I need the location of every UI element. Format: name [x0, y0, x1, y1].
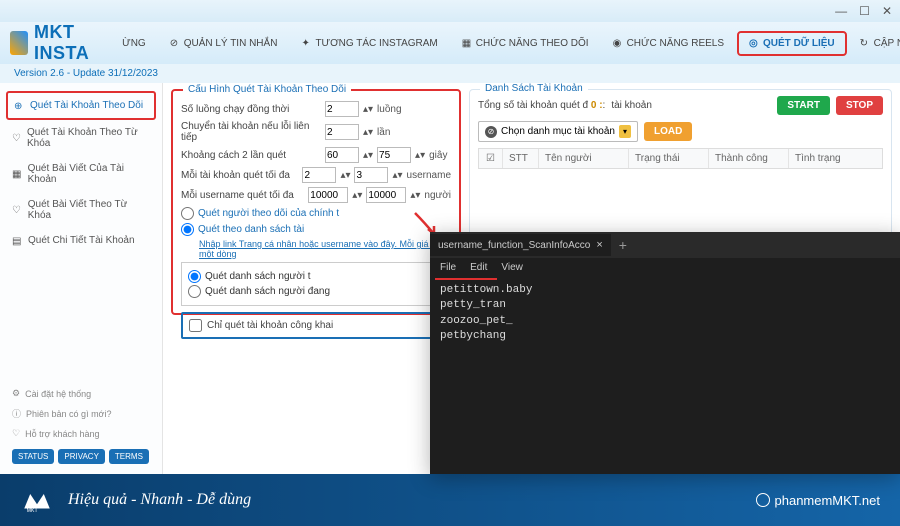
config-title: Cấu Hình Quét Tài Khoản Theo Dõi [183, 84, 351, 95]
menu-file[interactable]: File [440, 262, 456, 273]
doc-icon: ▤ [12, 236, 22, 246]
list-title: Danh Sách Tài Khoản [480, 83, 588, 94]
sub-radio-box: Quét danh sách người t Quét danh sách ng… [181, 262, 451, 306]
badge-terms[interactable]: TERMS [109, 449, 149, 464]
annotation-underline [435, 278, 497, 280]
error-input[interactable] [325, 124, 359, 140]
col-check[interactable]: ☑ [479, 149, 503, 168]
badge-privacy[interactable]: PRIVACY [58, 449, 105, 464]
tab-ung[interactable]: ỪNG [111, 31, 157, 56]
footer-url[interactable]: phanmemMKT.net [756, 493, 881, 508]
gear-icon: ⚙ [12, 388, 20, 399]
globe-icon [756, 493, 770, 507]
grid-icon: ▦ [462, 38, 472, 48]
new-tab-button[interactable]: + [611, 237, 635, 253]
ban-icon: ⊘ [485, 126, 497, 138]
public-only-checkbox[interactable] [189, 319, 202, 332]
col-state: Tình trạng [789, 149, 882, 168]
sidebar: ⊕Quét Tài Khoản Theo Dõi ♡Quét Tài Khoản… [0, 83, 163, 478]
public-only-box: Chỉ quét tài khoản công khai [181, 312, 451, 339]
target-icon: ◎ [749, 38, 759, 48]
menu-view[interactable]: View [501, 262, 523, 273]
max1-input[interactable] [302, 167, 336, 183]
col-success: Thành công [709, 149, 789, 168]
notepad-menubar: File Edit View [430, 258, 900, 277]
sidebar-item-tu-khoa[interactable]: ♡Quét Tài Khoản Theo Từ Khóa [6, 120, 156, 156]
sub-radio-followers[interactable] [188, 270, 201, 283]
app-footer: MKT Hiệu quả - Nhanh - Dễ dùng phanmemMK… [0, 474, 900, 526]
stop-button[interactable]: STOP [836, 96, 883, 115]
logo-icon [10, 31, 28, 55]
sidebar-item-chi-tiet[interactable]: ▤Quét Chi Tiết Tài Khoản [6, 228, 156, 253]
footer-support[interactable]: ♡Hỗ trợ khách hàng [6, 424, 156, 443]
radio-own[interactable] [181, 207, 194, 220]
star-icon: ✦ [301, 38, 311, 48]
category-dropdown[interactable]: ⊘ Chọn danh mục tài khoản ▾ [478, 121, 638, 142]
heart-icon: ♡ [12, 133, 21, 143]
gap2-input[interactable] [377, 147, 411, 163]
sidebar-item-bai-viet-tk[interactable]: ♡Quét Bài Viết Theo Từ Khóa [6, 192, 156, 228]
tab-reels[interactable]: ◉CHỨC NĂNG REELS [602, 31, 735, 56]
tab-quet-du-lieu[interactable]: ◎QUÉT DỮ LIỆU [737, 31, 847, 56]
footer-badges: STATUS PRIVACY TERMS [6, 443, 156, 470]
notepad-tab[interactable]: username_function_ScanInfoAcco× [430, 234, 611, 256]
minimize-icon[interactable]: — [835, 4, 847, 18]
radio-list[interactable] [181, 223, 194, 236]
sidebar-item-theo-doi[interactable]: ⊕Quét Tài Khoản Theo Dõi [6, 91, 156, 120]
tab-close-icon[interactable]: × [596, 239, 602, 251]
col-status: Trạng thái [629, 149, 709, 168]
close-icon[interactable]: ✕ [882, 4, 892, 18]
logo-text: MKT INSTA [34, 22, 99, 64]
total-label: Tổng số tài khoản quét đ 0 :: [478, 100, 605, 111]
tab-tuong-tac[interactable]: ✦TƯƠNG TÁC INSTAGRAM [290, 31, 448, 56]
ban-icon: ⊘ [170, 38, 180, 48]
tab-tin-nhan[interactable]: ⊘QUẢN LÝ TIN NHẮN [159, 31, 289, 56]
threads-input[interactable] [325, 101, 359, 117]
app-logo: MKT INSTA [10, 22, 99, 64]
load-button[interactable]: LOAD [644, 122, 692, 141]
table-header: ☑ STT Tên người Trạng thái Thành công Tì… [478, 148, 883, 169]
window-titlebar: — ☐ ✕ [0, 0, 900, 22]
grid-icon: ▦ [12, 169, 22, 179]
main-tabs: ỪNG ⊘QUẢN LÝ TIN NHẮN ✦TƯƠNG TÁC INSTAGR… [111, 31, 900, 56]
user1-input[interactable] [308, 187, 348, 203]
heart-icon: ♡ [12, 205, 22, 215]
footer-settings[interactable]: ⚙Cài đặt hệ thống [6, 384, 156, 403]
svg-text:MKT: MKT [27, 508, 38, 514]
sidebar-item-bai-viet[interactable]: ▦Quét Bài Viết Của Tài Khoản [6, 156, 156, 192]
max2-input[interactable] [354, 167, 388, 183]
notepad-content[interactable]: petittown.baby petty_tran zoozoo_pet_ pe… [430, 277, 900, 474]
footer-slogan: Hiệu quả - Nhanh - Dễ dùng [68, 491, 251, 509]
notepad-tabbar: username_function_ScanInfoAcco× + [430, 232, 900, 258]
config-panel: Cấu Hình Quét Tài Khoản Theo Dõi Số luồn… [171, 89, 461, 315]
chevron-down-icon: ▾ [619, 125, 631, 138]
tab-theo-doi[interactable]: ▦CHỨC NĂNG THEO DÕI [451, 31, 600, 56]
reel-icon: ◉ [613, 38, 623, 48]
tab-cap-nhat[interactable]: ↻CẬP N [849, 31, 900, 56]
menu-edit[interactable]: Edit [470, 262, 487, 273]
col-name: Tên người [539, 149, 629, 168]
start-button[interactable]: START [777, 96, 830, 115]
version-label: Version 2.6 - Update 31/12/2023 [0, 64, 900, 83]
col-stt: STT [503, 149, 539, 168]
heart-icon: ♡ [12, 428, 20, 439]
sub-radio-following[interactable] [188, 285, 201, 298]
maximize-icon[interactable]: ☐ [859, 4, 870, 18]
app-header: MKT INSTA ỪNG ⊘QUẢN LÝ TIN NHẮN ✦TƯƠNG T… [0, 22, 900, 64]
footer-logo-icon: MKT [20, 486, 54, 514]
input-link-hint[interactable]: Nhập link Trang cá nhân hoặc username và… [199, 239, 451, 259]
footer-whatsnew[interactable]: ⓘPhiên bản có gì mới? [6, 403, 156, 424]
user2-input[interactable] [366, 187, 406, 203]
gap1-input[interactable] [325, 147, 359, 163]
refresh-icon: ↻ [860, 38, 870, 48]
user-icon: ⊕ [14, 101, 24, 111]
notepad-window: username_function_ScanInfoAcco× + File E… [430, 232, 900, 474]
info-icon: ⓘ [12, 407, 21, 420]
badge-status[interactable]: STATUS [12, 449, 54, 464]
